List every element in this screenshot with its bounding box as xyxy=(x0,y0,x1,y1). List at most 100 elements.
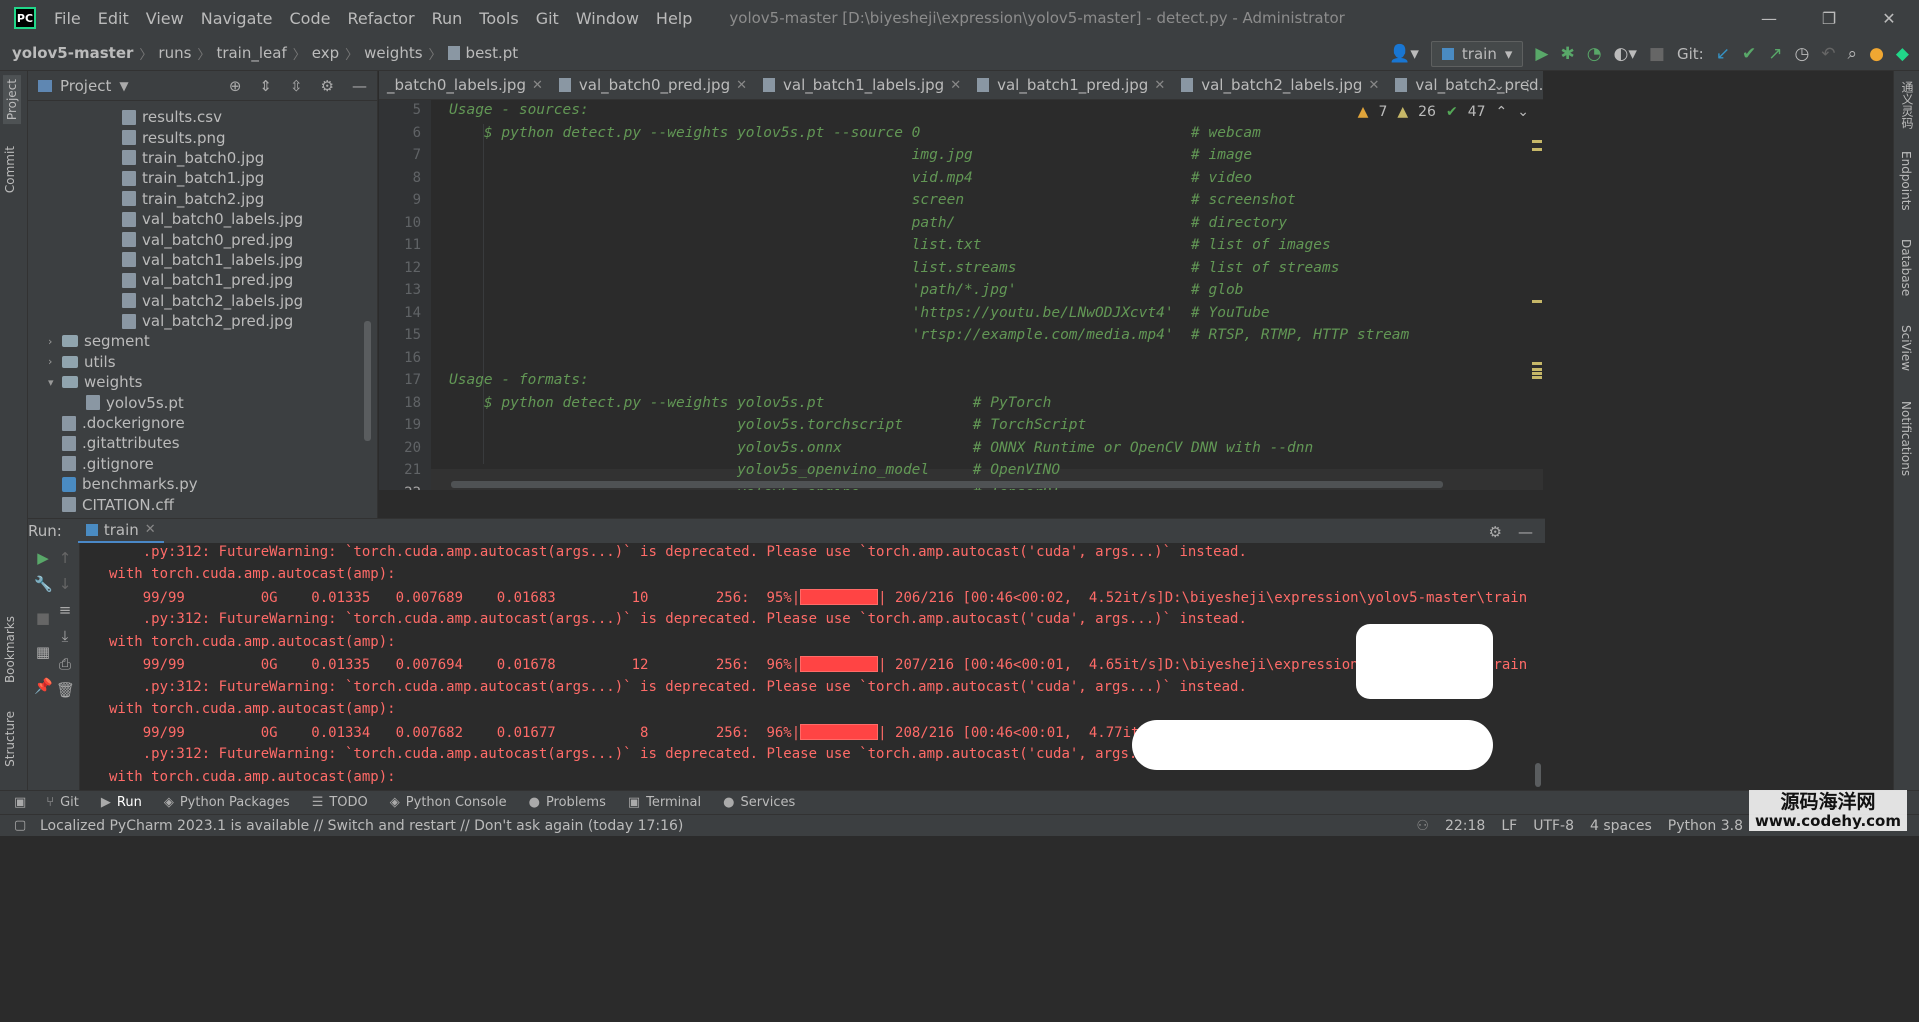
tree-item[interactable]: yolov5s.pt xyxy=(28,392,377,412)
close-tab-icon[interactable]: ✕ xyxy=(532,78,543,93)
code-line[interactable]: vid.mp4 # video xyxy=(449,170,1252,186)
inspection-widget[interactable]: ▲ 7 ▲ 26 ✔ 47 ⌃ ⌄ xyxy=(1358,104,1529,120)
close-tab-icon[interactable]: ✕ xyxy=(736,78,747,93)
profile-icon[interactable]: ◐▾ xyxy=(1614,44,1637,64)
hide-icon[interactable]: — xyxy=(352,77,367,95)
code-line[interactable]: list.streams # list of streams xyxy=(449,260,1340,276)
chevron-down-icon[interactable]: ▼ xyxy=(119,79,128,93)
editor-tab[interactable]: val_batch0_pred.jpg ✕ xyxy=(551,71,755,99)
horizontal-scrollbar[interactable] xyxy=(451,481,1443,488)
user-icon[interactable]: 👤▾ xyxy=(1389,44,1419,64)
inspection-marker[interactable] xyxy=(1532,362,1542,365)
expand-arrow-icon[interactable]: ▾ xyxy=(48,376,62,389)
close-button[interactable]: ✕ xyxy=(1859,0,1919,36)
soft-wrap-icon[interactable]: ≡ xyxy=(56,601,74,619)
menu-git[interactable]: Git xyxy=(536,9,559,28)
endpoints-tool-button[interactable]: Endpoints xyxy=(1899,151,1913,211)
code-line[interactable]: img.jpg # image xyxy=(449,147,1252,163)
rerun-icon[interactable]: ▶ xyxy=(34,549,52,567)
structure-tool-button[interactable]: Structure xyxy=(3,711,17,767)
close-tab-icon[interactable]: ✕ xyxy=(1368,78,1379,93)
tree-item[interactable]: .gitignore xyxy=(28,454,377,474)
scroll-to-end-icon[interactable]: ⤓ xyxy=(56,627,74,645)
scrollbar[interactable] xyxy=(364,321,371,441)
python-interpreter[interactable]: Python 3.8 xyxy=(1668,818,1743,834)
tree-item[interactable]: › segment xyxy=(28,331,377,351)
trash-icon[interactable]: 🗑 xyxy=(56,681,75,699)
layout-icon[interactable]: ▦ xyxy=(34,643,52,661)
run-icon[interactable]: ▶ xyxy=(1535,44,1548,64)
code-line[interactable]: yolov5s.torchscript # TorchScript xyxy=(449,417,1086,433)
more-icon[interactable]: ⋮ xyxy=(1521,78,1535,94)
close-tab-icon[interactable]: ✕ xyxy=(950,78,961,93)
error-stripe[interactable] xyxy=(1531,100,1543,490)
run-tab-train[interactable]: train ✕ xyxy=(77,519,164,544)
menu-code[interactable]: Code xyxy=(290,9,331,28)
down-icon[interactable]: ↓ xyxy=(56,575,74,593)
locate-icon[interactable]: ⊕ xyxy=(229,77,242,95)
expand-arrow-icon[interactable]: › xyxy=(48,335,62,348)
tool-window-todo[interactable]: ☰ TODO xyxy=(312,795,368,810)
tool-window-terminal[interactable]: ▣ Terminal xyxy=(628,795,701,810)
console-output[interactable]: .py:312: FutureWarning: `torch.cuda.amp.… xyxy=(80,543,1543,790)
project-tool-button[interactable]: Project xyxy=(3,75,21,125)
code-line[interactable]: screen # screenshot xyxy=(449,192,1296,208)
menu-help[interactable]: Help xyxy=(656,9,692,28)
editor-tab[interactable]: val_batch1_labels.jpg ✕ xyxy=(755,71,969,99)
tool-window-python-console[interactable]: ◈ Python Console xyxy=(390,795,507,810)
breadcrumb-item[interactable]: train_leaf xyxy=(216,44,286,62)
search-icon[interactable]: ⌕ xyxy=(1848,44,1858,64)
coverage-icon[interactable]: ◔ xyxy=(1587,44,1602,64)
menu-file[interactable]: File xyxy=(54,9,81,28)
commit-tool-button[interactable]: Commit xyxy=(3,146,17,193)
code-line[interactable]: Usage - sources: xyxy=(449,102,589,118)
tree-item[interactable]: val_batch1_labels.jpg xyxy=(28,250,377,270)
stop-icon[interactable]: ■ xyxy=(34,609,52,627)
inspection-marker[interactable] xyxy=(1532,148,1542,151)
tree-item[interactable]: train_batch1.jpg xyxy=(28,168,377,188)
code-line[interactable]: 'https://youtu.be/LNwODJXcvt4' # YouTube xyxy=(449,305,1270,321)
project-panel-title[interactable]: Project xyxy=(60,77,111,95)
update-icon[interactable]: ● xyxy=(1869,44,1884,64)
tree-item[interactable]: val_batch2_labels.jpg xyxy=(28,291,377,311)
git-history-icon[interactable]: ◷ xyxy=(1794,44,1809,64)
close-tab-icon[interactable]: ✕ xyxy=(1154,78,1165,93)
caret-position[interactable]: 22:18 xyxy=(1445,818,1485,834)
git-push-icon[interactable]: ↗ xyxy=(1768,44,1782,64)
code-editor[interactable]: 5 6 7 8 9 10 11 12 13 14 15 16 17 18 19 20 21 22 Usage - … xyxy=(379,100,1543,490)
menu-navigate[interactable]: Navigate xyxy=(201,9,273,28)
maximize-button[interactable]: ❐ xyxy=(1799,0,1859,36)
tree-item[interactable]: val_batch2_pred.jpg xyxy=(28,311,377,331)
chevron-down-icon[interactable]: ⌄ xyxy=(1493,78,1505,94)
tool-window-python-packages[interactable]: ◈ Python Packages xyxy=(164,795,290,810)
tree-item[interactable]: train_batch0.jpg xyxy=(28,148,377,168)
tree-item[interactable]: val_batch0_labels.jpg xyxy=(28,209,377,229)
chevron-up-icon[interactable]: ⌃ xyxy=(1496,104,1508,120)
tool-window-problems[interactable]: ● Problems xyxy=(529,795,606,810)
gear-icon[interactable]: ⚙ xyxy=(1489,523,1502,541)
expand-arrow-icon[interactable]: › xyxy=(48,355,62,368)
close-icon[interactable]: ✕ xyxy=(145,522,156,537)
tree-item[interactable]: .dockerignore xyxy=(28,413,377,433)
gear-icon[interactable]: ⚙ xyxy=(321,77,334,95)
menu-tools[interactable]: Tools xyxy=(479,9,518,28)
file-encoding[interactable]: UTF-8 xyxy=(1533,818,1574,834)
status-message[interactable]: Localized PyCharm 2023.1 is available //… xyxy=(40,818,683,834)
database-tool-button[interactable]: Database xyxy=(1899,239,1913,296)
tool-window-services[interactable]: ● Services xyxy=(723,795,795,810)
editor-tab[interactable]: val_batch1_pred.jpg ✕ xyxy=(969,71,1173,99)
menu-run[interactable]: Run xyxy=(432,9,463,28)
tree-item[interactable]: › utils xyxy=(28,352,377,372)
pin-icon[interactable]: 📌 xyxy=(34,677,53,695)
indent-setting[interactable]: 4 spaces xyxy=(1590,818,1652,834)
rollback-icon[interactable]: ↶ xyxy=(1821,44,1835,64)
print-icon[interactable]: ⎙ xyxy=(56,655,74,673)
code-line[interactable]: 'path/*.jpg' # glob xyxy=(449,282,1244,298)
editor-tab[interactable]: val_batch2_labels.jpg ✕ xyxy=(1173,71,1387,99)
stop-icon[interactable]: ■ xyxy=(1649,44,1665,64)
inspection-marker[interactable] xyxy=(1532,368,1542,371)
menu-window[interactable]: Window xyxy=(576,9,639,28)
code-line[interactable]: $ python detect.py --weights yolov5s.pt … xyxy=(449,125,1261,141)
minimize-button[interactable]: — xyxy=(1739,0,1799,36)
inspection-marker[interactable] xyxy=(1532,140,1542,143)
